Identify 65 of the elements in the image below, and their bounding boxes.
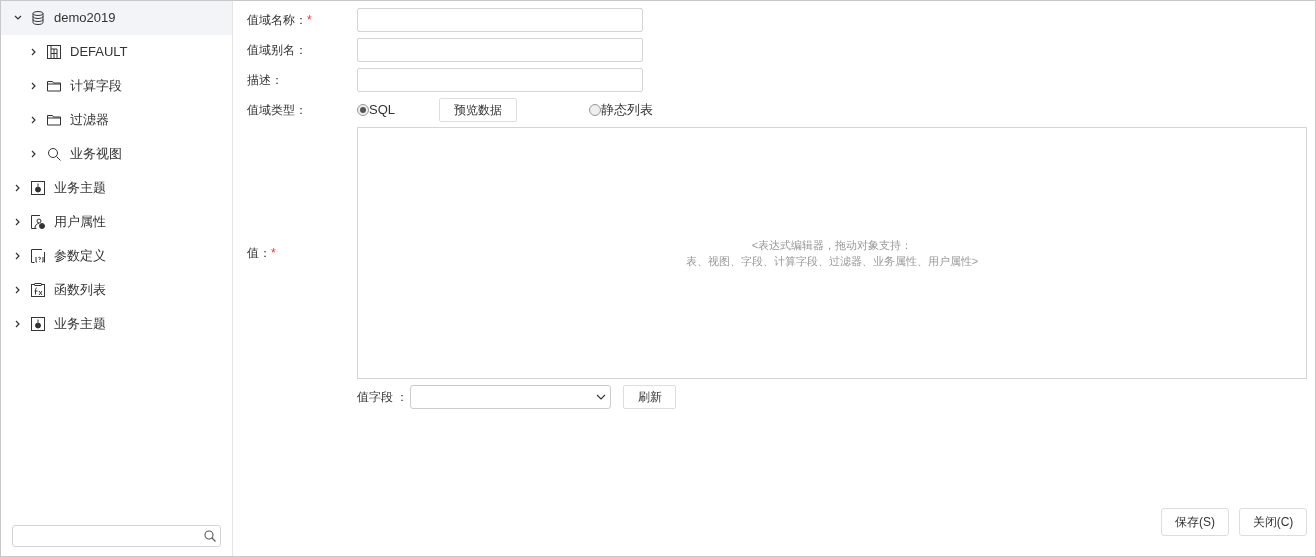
- tree-item-label: 函数列表: [54, 281, 106, 300]
- tree-item-label: 业务主题: [54, 315, 106, 334]
- chevron-right-icon[interactable]: [31, 82, 37, 90]
- tree-item[interactable]: demo2019: [1, 1, 232, 35]
- database-icon: [31, 11, 45, 25]
- tree-item[interactable]: DEFAULT: [1, 35, 232, 69]
- tree-item[interactable]: 参数定义: [1, 239, 232, 273]
- field-label: 值域别名：: [247, 42, 307, 59]
- tree-item-label: 用户属性: [54, 213, 106, 232]
- chevron-right-icon[interactable]: [15, 184, 21, 192]
- input-field[interactable]: [357, 68, 643, 92]
- user-document-icon: [31, 215, 45, 229]
- radio-label: 静态列表: [601, 101, 653, 120]
- table-icon: [47, 45, 61, 59]
- field-label: 值域名称：: [247, 12, 307, 29]
- param-icon: [31, 249, 45, 263]
- input-field[interactable]: [357, 38, 643, 62]
- field-label: 描述：: [247, 72, 283, 89]
- tree-item[interactable]: 计算字段: [1, 69, 232, 103]
- chevron-right-icon[interactable]: [31, 116, 37, 124]
- field-label: 值域类型：: [247, 102, 308, 119]
- tree-item[interactable]: 函数列表: [1, 273, 232, 307]
- search-icon: [204, 530, 216, 542]
- required-mark: *: [307, 12, 312, 29]
- tree-item-label: 参数定义: [54, 247, 106, 266]
- field-label: 值：: [247, 245, 271, 262]
- radio-button[interactable]: [357, 104, 369, 116]
- document-icon: [31, 317, 45, 331]
- folder-icon: [47, 79, 61, 93]
- search-field[interactable]: [12, 525, 221, 547]
- editor-placeholder: <表达式编辑器，拖动对象支持：: [751, 237, 913, 253]
- refresh-button[interactable]: 刷新: [623, 385, 677, 409]
- tree-item[interactable]: 用户属性: [1, 205, 232, 239]
- tree-item[interactable]: 业务主题: [1, 307, 232, 341]
- dropdown-field[interactable]: [410, 385, 612, 409]
- editor-placeholder: 表、视图、字段、计算字段、过滤器、业务属性、用户属性>: [685, 254, 979, 269]
- chevron-right-icon[interactable]: [15, 286, 21, 294]
- tree-item-label: 过滤器: [70, 111, 109, 130]
- folder-icon: [47, 113, 61, 127]
- input-field[interactable]: [357, 8, 643, 32]
- tree-item[interactable]: 业务主题: [1, 171, 232, 205]
- tree-item[interactable]: 业务视图: [1, 137, 232, 171]
- radio-button[interactable]: [589, 104, 601, 116]
- radio-label: SQL: [369, 101, 395, 120]
- required-mark: *: [271, 245, 276, 262]
- tree-item-label: DEFAULT: [70, 43, 128, 62]
- chevron-right-icon[interactable]: [15, 252, 21, 260]
- chevron-right-icon[interactable]: [15, 218, 21, 226]
- tree-item[interactable]: 过滤器: [1, 103, 232, 137]
- chevron-down-icon[interactable]: [14, 15, 22, 21]
- tree-item-label: 业务主题: [54, 179, 106, 198]
- function-icon: [31, 283, 45, 297]
- tree-item-label: 计算字段: [70, 77, 122, 96]
- preview-button[interactable]: 预览数据: [439, 98, 517, 122]
- chevron-right-icon[interactable]: [31, 150, 37, 158]
- footer-button[interactable]: 关闭(C): [1239, 508, 1307, 536]
- search-icon: [47, 147, 61, 161]
- chevron-right-icon[interactable]: [15, 320, 21, 328]
- footer-button[interactable]: 保存(S): [1161, 508, 1229, 536]
- chevron-down-icon: [596, 394, 607, 400]
- tree-item-label: 业务视图: [70, 145, 122, 164]
- tree-item-label: demo2019: [54, 9, 116, 28]
- field-label: 值字段 ：: [357, 389, 409, 406]
- chevron-right-icon[interactable]: [31, 48, 37, 56]
- document-icon: [31, 181, 45, 195]
